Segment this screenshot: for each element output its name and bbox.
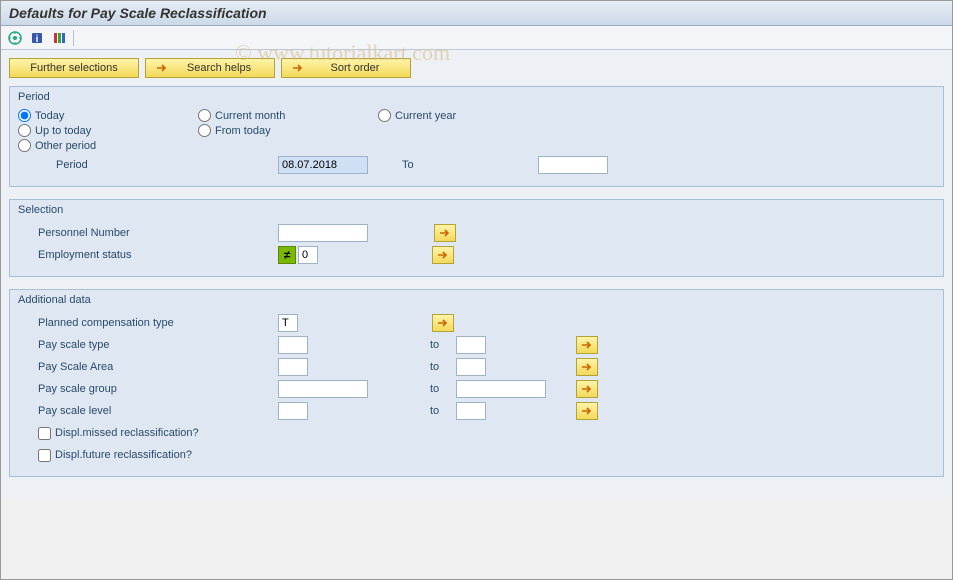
pay-scale-type-from-input[interactable]: [278, 336, 308, 354]
period-group: Period Today Current month Current year …: [9, 86, 944, 187]
sort-order-button[interactable]: Sort order: [281, 58, 411, 78]
radio-label: Current year: [395, 110, 456, 122]
pay-scale-group-from-input[interactable]: [278, 380, 368, 398]
multiple-selection-button[interactable]: [434, 224, 456, 242]
planned-comp-type-input[interactable]: [278, 314, 298, 332]
personnel-number-input[interactable]: [278, 224, 368, 242]
period-to-input[interactable]: [538, 156, 608, 174]
pay-scale-type-to-input[interactable]: [456, 336, 486, 354]
pay-scale-level-to-input[interactable]: [456, 402, 486, 420]
multiple-selection-button[interactable]: [576, 402, 598, 420]
radio-other-period[interactable]: Other period: [18, 139, 198, 152]
button-label: Sort order: [310, 62, 400, 74]
additional-data-group: Additional data Planned compensation typ…: [9, 289, 944, 477]
checkbox-label: Displ.missed reclassification?: [55, 427, 199, 439]
checkbox-label: Displ.future reclassification?: [55, 449, 192, 461]
to-label: To: [398, 159, 458, 171]
radio-label: Up to today: [35, 125, 91, 137]
further-selections-button[interactable]: Further selections: [9, 58, 139, 78]
displ-missed-checkbox[interactable]: Displ.missed reclassification?: [18, 422, 935, 444]
group-legend: Additional data: [18, 294, 935, 306]
employment-status-label: Employment status: [18, 249, 278, 261]
not-equal-icon[interactable]: ≠: [278, 246, 296, 264]
search-helps-button[interactable]: Search helps: [145, 58, 275, 78]
pay-scale-level-from-input[interactable]: [278, 402, 308, 420]
svg-text:i: i: [36, 34, 39, 45]
radio-from-today[interactable]: From today: [198, 124, 378, 137]
page-title: Defaults for Pay Scale Reclassification: [1, 1, 952, 26]
radio-label: Current month: [215, 110, 285, 122]
app-toolbar: i: [1, 26, 952, 50]
planned-comp-type-label: Planned compensation type: [18, 317, 278, 329]
arrow-right-icon: [292, 63, 304, 73]
pay-scale-area-to-input[interactable]: [456, 358, 486, 376]
info-icon[interactable]: i: [29, 30, 45, 46]
multiple-selection-button[interactable]: [576, 336, 598, 354]
radio-label: From today: [215, 125, 271, 137]
employment-status-input[interactable]: [298, 246, 318, 264]
radio-label: Other period: [35, 140, 96, 152]
displ-future-checkbox[interactable]: Displ.future reclassification?: [18, 444, 935, 466]
pay-scale-type-label: Pay scale type: [18, 339, 278, 351]
action-row: Further selections Search helps Sort ord…: [9, 58, 944, 78]
radio-label: Today: [35, 110, 64, 122]
period-from-input[interactable]: [278, 156, 368, 174]
pay-scale-area-from-input[interactable]: [278, 358, 308, 376]
multiple-selection-button[interactable]: [576, 358, 598, 376]
button-label: Further selections: [30, 62, 117, 74]
execute-icon[interactable]: [7, 30, 23, 46]
radio-current-year[interactable]: Current year: [378, 109, 558, 122]
button-label: Search helps: [174, 62, 264, 74]
period-label: Period: [56, 159, 88, 171]
content-area: Further selections Search helps Sort ord…: [1, 50, 952, 497]
multiple-selection-button[interactable]: [576, 380, 598, 398]
to-label: to: [426, 405, 456, 417]
arrow-right-icon: [156, 63, 168, 73]
pay-scale-group-label: Pay scale group: [18, 383, 278, 395]
radio-current-month[interactable]: Current month: [198, 109, 378, 122]
pay-scale-group-to-input[interactable]: [456, 380, 546, 398]
personnel-number-label: Personnel Number: [18, 227, 278, 239]
pay-scale-level-label: Pay scale level: [18, 405, 278, 417]
radio-today[interactable]: Today: [18, 109, 198, 122]
multiple-selection-button[interactable]: [432, 314, 454, 332]
radio-up-to-today[interactable]: Up to today: [18, 124, 198, 137]
toolbar-separator: [73, 30, 74, 46]
selection-group: Selection Personnel Number Employment st…: [9, 199, 944, 277]
multiple-selection-button[interactable]: [432, 246, 454, 264]
group-legend: Selection: [18, 204, 935, 216]
group-legend: Period: [18, 91, 935, 103]
to-label: to: [426, 361, 456, 373]
to-label: to: [426, 383, 456, 395]
variant-icon[interactable]: [51, 30, 67, 46]
pay-scale-area-label: Pay Scale Area: [18, 361, 278, 373]
to-label: to: [426, 339, 456, 351]
